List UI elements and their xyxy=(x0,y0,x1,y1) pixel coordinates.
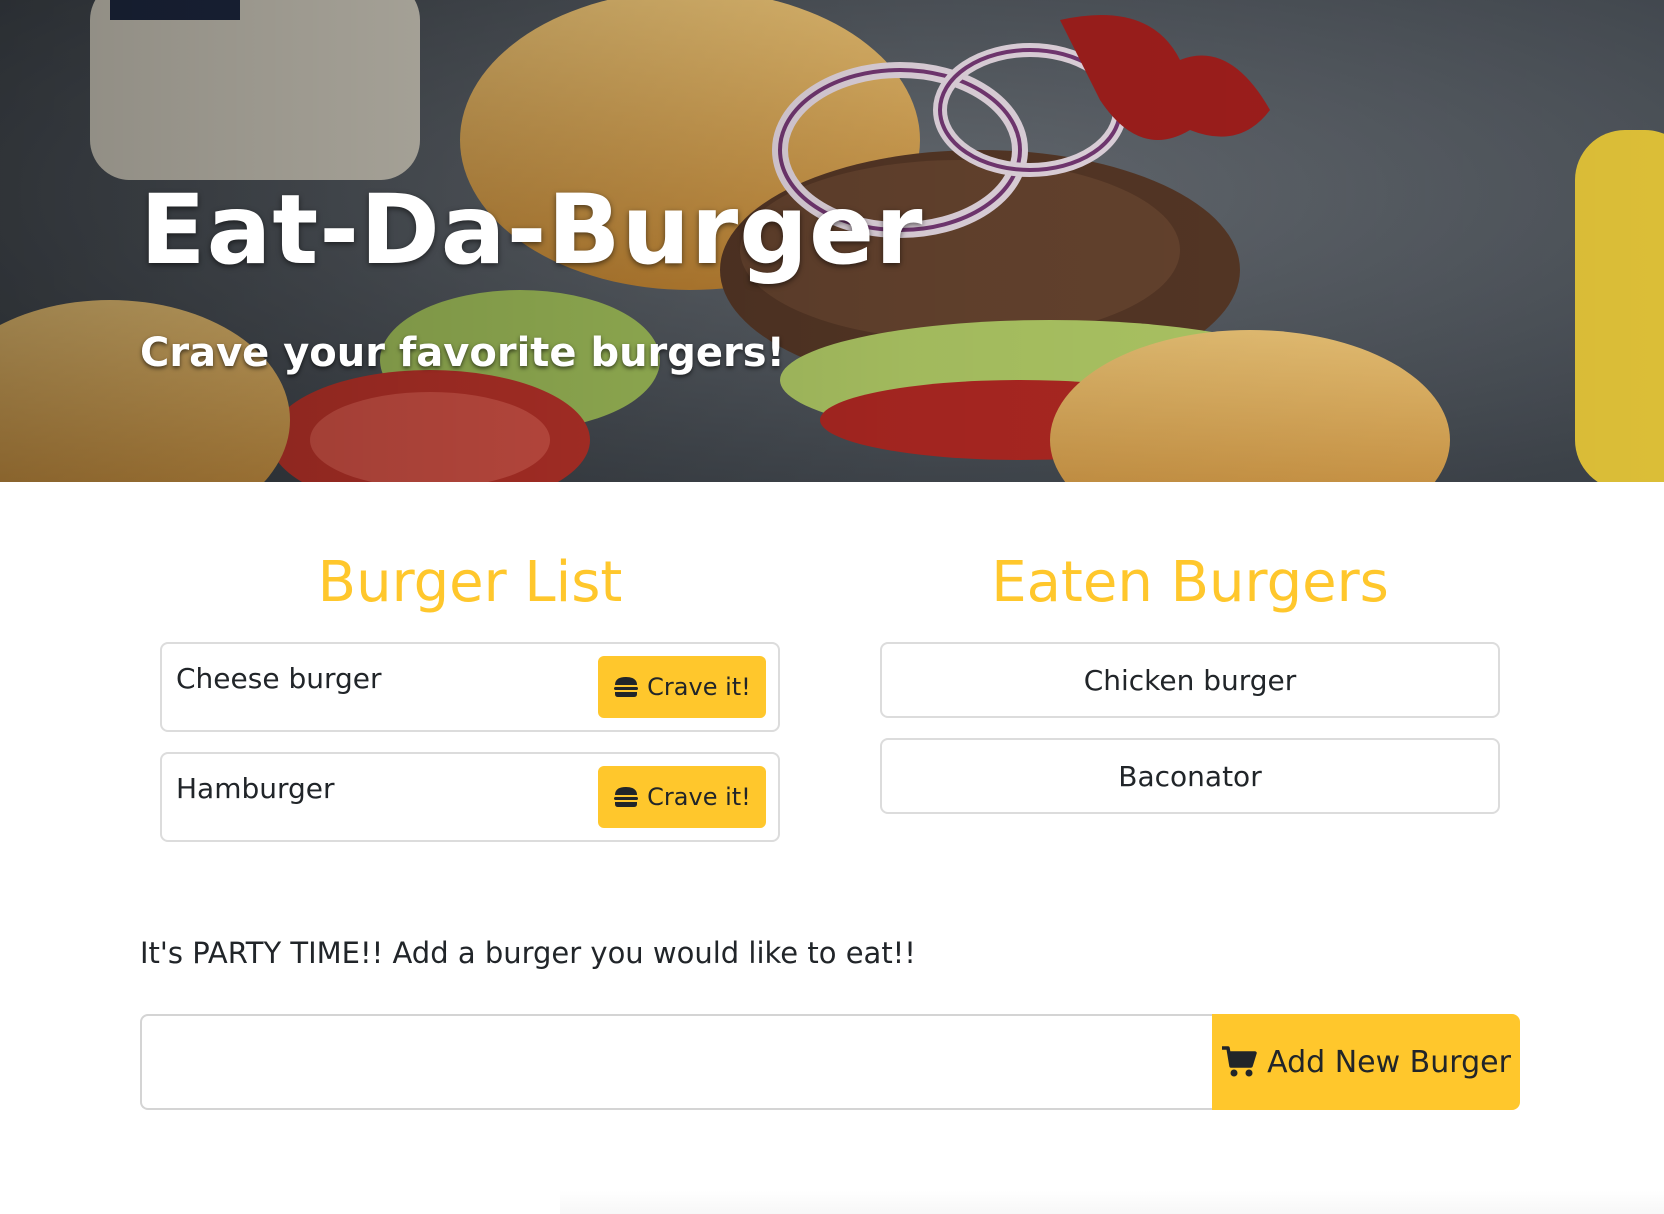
burger-name-input[interactable] xyxy=(140,1014,1214,1110)
page-footer-shadow xyxy=(560,1190,1664,1214)
add-new-burger-label: Add New Burger xyxy=(1267,1044,1511,1080)
add-new-burger-button[interactable]: Add New Burger xyxy=(1212,1014,1520,1110)
add-burger-label: It's PARTY TIME!! Add a burger you would… xyxy=(140,936,916,970)
shopping-cart-icon xyxy=(1222,1046,1257,1077)
hero-banner: Eat-Da-Burger Crave your favorite burger… xyxy=(0,0,1664,482)
burger-list-heading: Burger List xyxy=(317,550,623,615)
page-subtitle: Crave your favorite burgers! xyxy=(140,330,785,376)
hamburger-icon xyxy=(614,677,639,697)
eaten-burger-item: Chicken burger xyxy=(880,642,1500,718)
burger-name: Cheese burger xyxy=(176,662,382,695)
crave-it-label: Crave it! xyxy=(647,673,751,701)
hamburger-icon xyxy=(614,787,639,807)
eaten-burgers-heading: Eaten Burgers xyxy=(991,550,1389,615)
eaten-burger-item: Baconator xyxy=(880,738,1500,814)
crave-it-label: Crave it! xyxy=(647,783,751,811)
burger-list-item: Cheese burger Crave it! xyxy=(160,642,780,732)
crave-it-button[interactable]: Crave it! xyxy=(598,766,766,828)
burger-name: Hamburger xyxy=(176,772,335,805)
page-title: Eat-Da-Burger xyxy=(140,174,924,286)
burger-list-item: Hamburger Crave it! xyxy=(160,752,780,842)
crave-it-button[interactable]: Crave it! xyxy=(598,656,766,718)
